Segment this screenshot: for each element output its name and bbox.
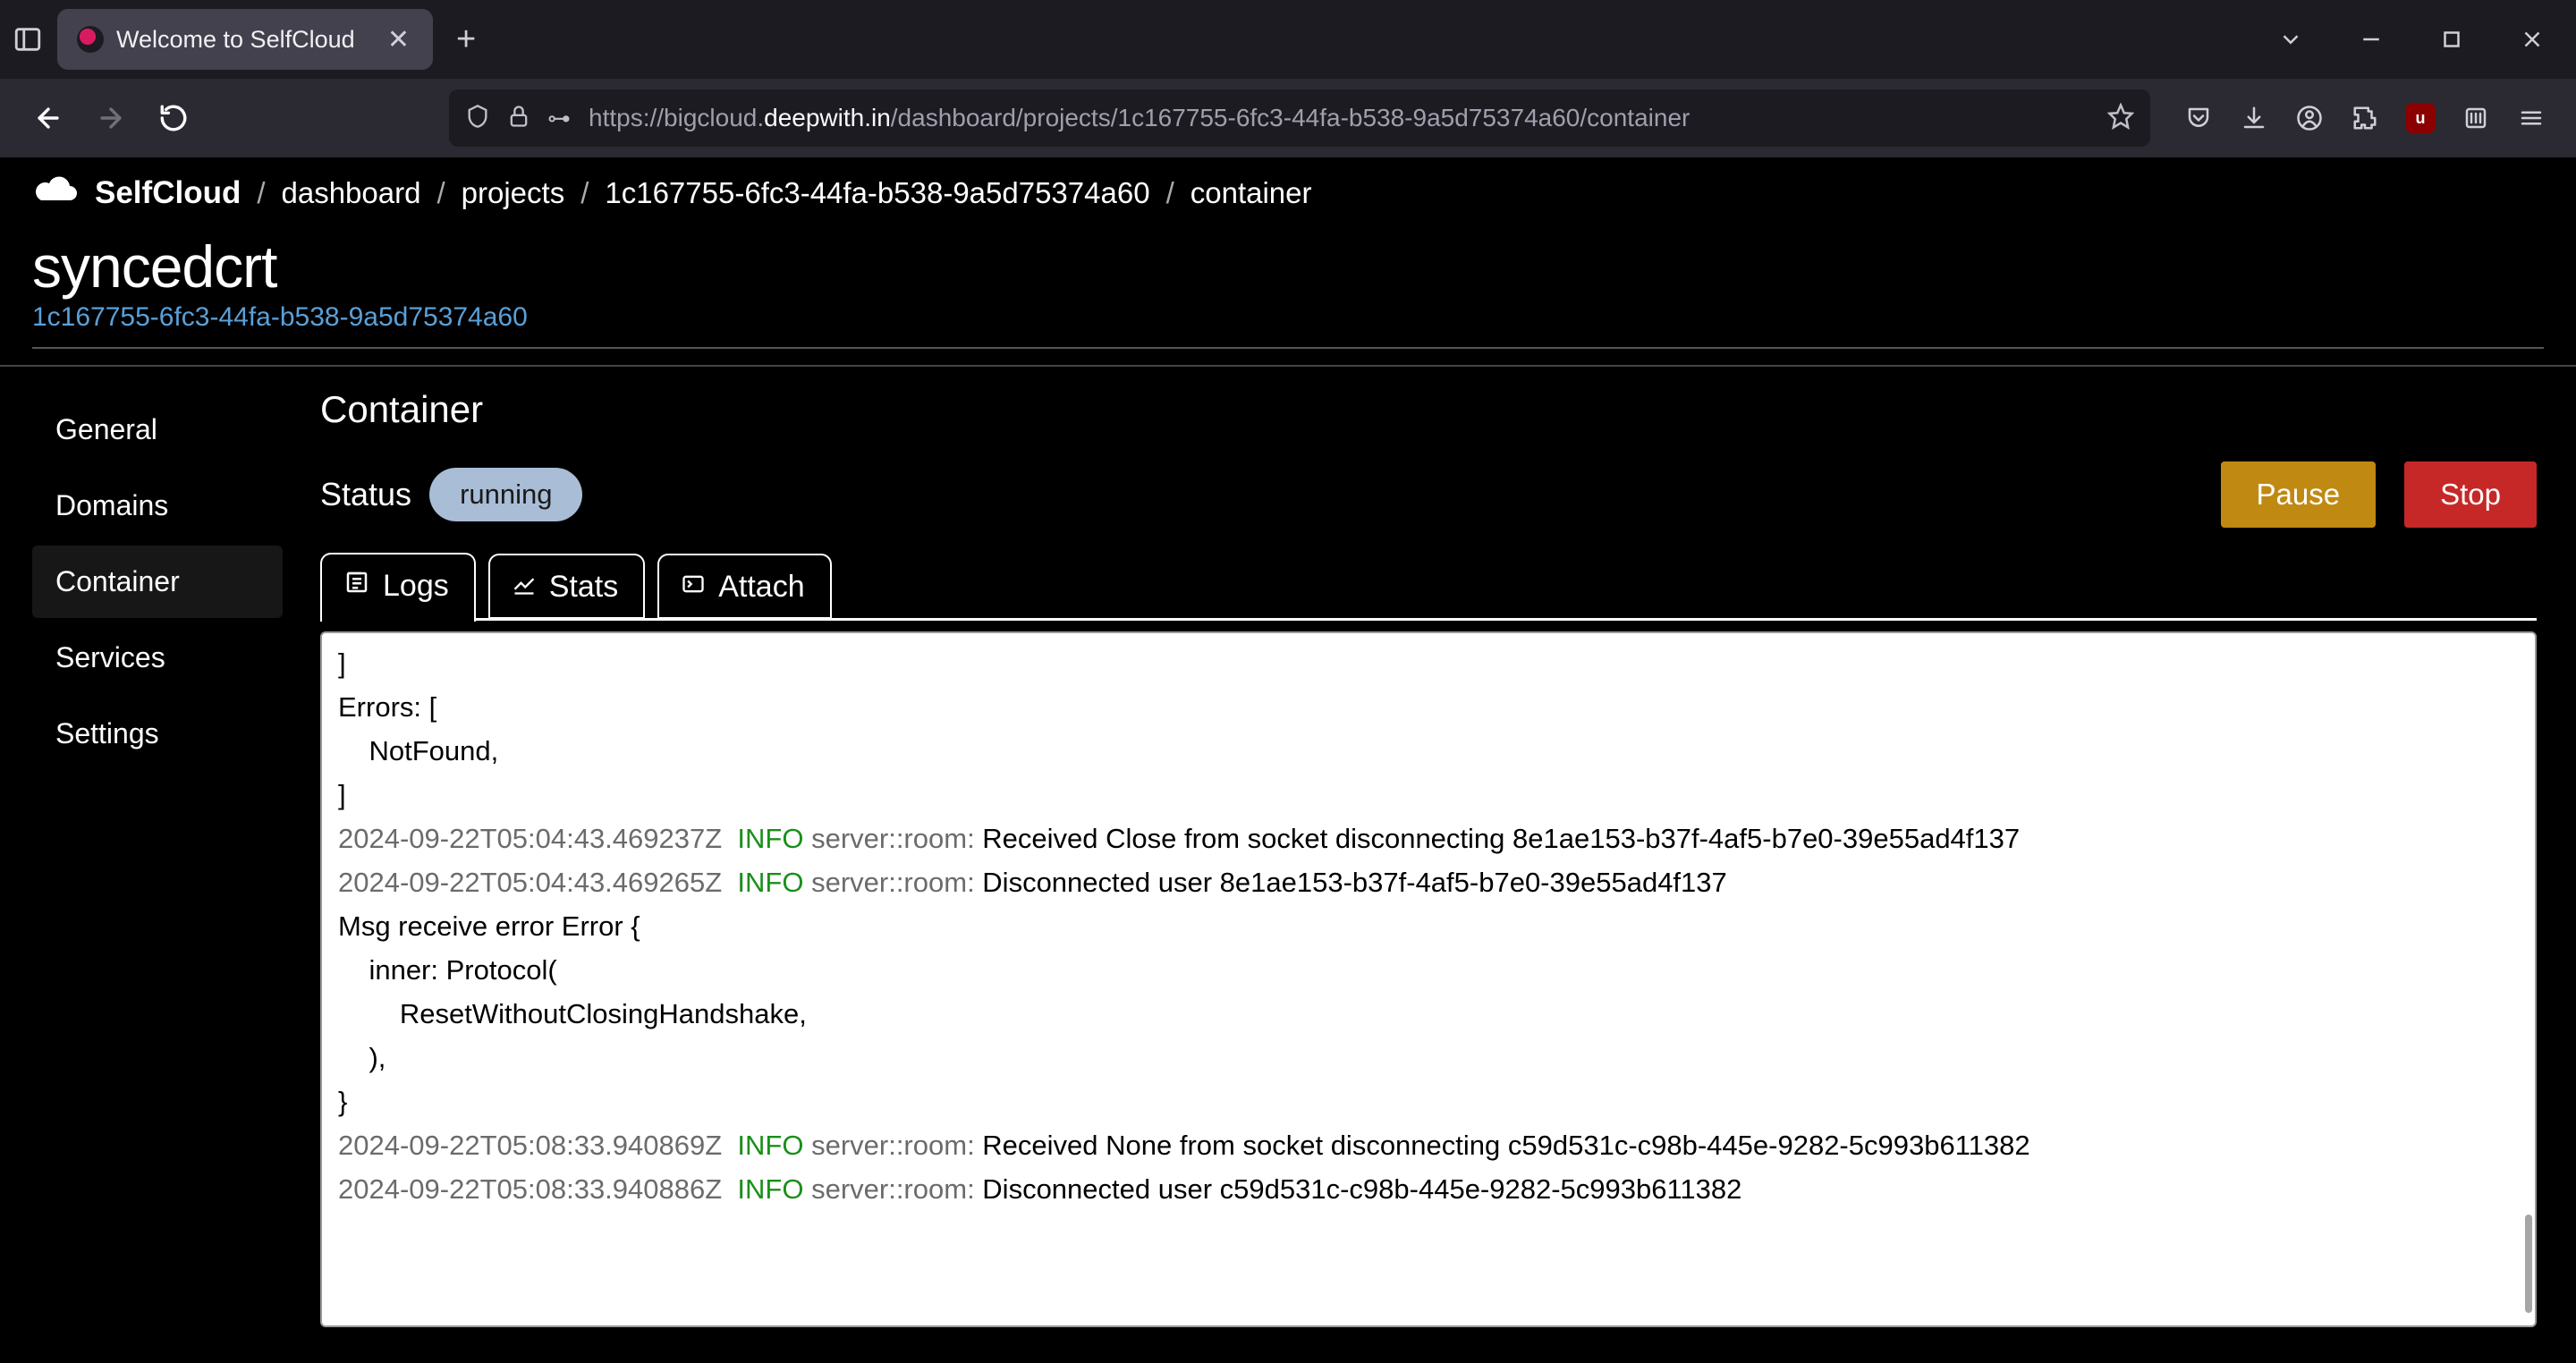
scrollbar-thumb[interactable] [2525, 1215, 2532, 1313]
tab-strip: Welcome to SelfCloud ✕ + [0, 0, 2576, 79]
sidenav-item-domains[interactable]: Domains [32, 470, 283, 542]
tab-attach-label: Attach [718, 570, 804, 605]
crumb-container[interactable]: container [1191, 176, 1312, 210]
account-button[interactable] [2286, 95, 2333, 141]
project-id-link[interactable]: 1c167755-6fc3-44fa-b538-9a5d75374a60 [32, 302, 2544, 333]
back-button[interactable] [21, 91, 75, 145]
browser-chrome: Welcome to SelfCloud ✕ + ⊶ https://bigcl… [0, 0, 2576, 157]
forward-button[interactable] [84, 91, 138, 145]
tab-logs-label: Logs [383, 569, 449, 604]
bitwarden-icon[interactable] [2453, 95, 2499, 141]
attach-icon [681, 570, 706, 605]
extensions-button[interactable] [2342, 95, 2388, 141]
log-line: Errors: [ [338, 686, 2519, 730]
logs-icon [343, 569, 370, 604]
log-panel[interactable]: ]Errors: [ NotFound,]2024-09-22T05:04:43… [320, 631, 2537, 1327]
pocket-button[interactable] [2175, 95, 2222, 141]
reload-button[interactable] [147, 91, 200, 145]
lock-icon[interactable] [506, 104, 531, 133]
section-title: Container [320, 388, 2537, 431]
stats-icon [512, 570, 537, 605]
tab-title: Welcome to SelfCloud [116, 26, 375, 54]
pause-button[interactable]: Pause [2221, 461, 2377, 528]
status-label: Status [320, 476, 411, 513]
status-badge: running [429, 468, 582, 521]
log-line: 2024-09-22T05:08:33.940869Z INFO server:… [338, 1124, 2519, 1168]
project-name: syncedcrt [32, 233, 2544, 301]
tabs-dropdown-button[interactable] [2256, 26, 2326, 53]
crumb-project-id[interactable]: 1c167755-6fc3-44fa-b538-9a5d75374a60 [605, 176, 1149, 210]
log-line: Msg receive error Error { [338, 905, 2519, 949]
sidebar-toggle-button[interactable] [9, 21, 47, 58]
window-maximize-button[interactable] [2417, 26, 2487, 53]
project-header: syncedcrt 1c167755-6fc3-44fa-b538-9a5d75… [0, 227, 2576, 367]
log-line: inner: Protocol( [338, 949, 2519, 993]
bookmark-button[interactable] [2107, 103, 2134, 134]
page: SelfCloud / dashboard / projects / 1c167… [0, 157, 2576, 1363]
downloads-button[interactable] [2231, 95, 2277, 141]
cloud-icon [32, 175, 80, 211]
url-text: https://bigcloud.deepwith.in/dashboard/p… [589, 104, 2091, 132]
tab-logs[interactable]: Logs [320, 553, 476, 622]
breadcrumb: SelfCloud / dashboard / projects / 1c167… [0, 157, 2576, 227]
window-close-button[interactable] [2497, 26, 2567, 53]
sidenav-item-general[interactable]: General [32, 394, 283, 466]
sidenav-item-services[interactable]: Services [32, 622, 283, 694]
permissions-icon[interactable]: ⊶ [547, 105, 572, 132]
stop-button[interactable]: Stop [2404, 461, 2537, 528]
crumb-dashboard[interactable]: dashboard [282, 176, 421, 210]
log-line: ), [338, 1037, 2519, 1080]
main-content: Container Status running Pause Stop Logs… [304, 367, 2576, 1363]
ublock-icon[interactable]: u [2397, 95, 2444, 141]
browser-tab[interactable]: Welcome to SelfCloud ✕ [57, 9, 433, 70]
crumb-projects[interactable]: projects [462, 176, 565, 210]
brand-logo[interactable]: SelfCloud [32, 175, 241, 211]
log-line: 2024-09-22T05:04:43.469237Z INFO server:… [338, 817, 2519, 861]
tab-bar: Logs Stats Attach [320, 553, 2537, 619]
log-line: 2024-09-22T05:08:33.940886Z INFO server:… [338, 1168, 2519, 1212]
close-tab-button[interactable]: ✕ [387, 24, 410, 55]
app-menu-button[interactable] [2508, 95, 2555, 141]
brand-name: SelfCloud [95, 175, 241, 211]
tab-stats[interactable]: Stats [488, 554, 645, 619]
tab-favicon [77, 26, 104, 53]
side-nav: GeneralDomainsContainerServicesSettings [0, 367, 304, 1363]
url-bar[interactable]: ⊶ https://bigcloud.deepwith.in/dashboard… [449, 89, 2150, 147]
tab-attach[interactable]: Attach [657, 554, 831, 619]
log-line: 2024-09-22T05:04:43.469265Z INFO server:… [338, 861, 2519, 905]
window-minimize-button[interactable] [2336, 26, 2406, 53]
new-tab-button[interactable]: + [444, 21, 488, 59]
shield-icon[interactable] [465, 104, 490, 133]
log-line: } [338, 1080, 2519, 1124]
browser-toolbar: ⊶ https://bigcloud.deepwith.in/dashboard… [0, 79, 2576, 157]
log-line: NotFound, [338, 730, 2519, 774]
status-row: Status running Pause Stop [320, 461, 2537, 528]
log-line: ResetWithoutClosingHandshake, [338, 993, 2519, 1037]
tab-stats-label: Stats [549, 570, 618, 605]
sidenav-item-container[interactable]: Container [32, 546, 283, 618]
log-line: ] [338, 774, 2519, 817]
log-line: ] [338, 642, 2519, 686]
sidenav-item-settings[interactable]: Settings [32, 698, 283, 770]
